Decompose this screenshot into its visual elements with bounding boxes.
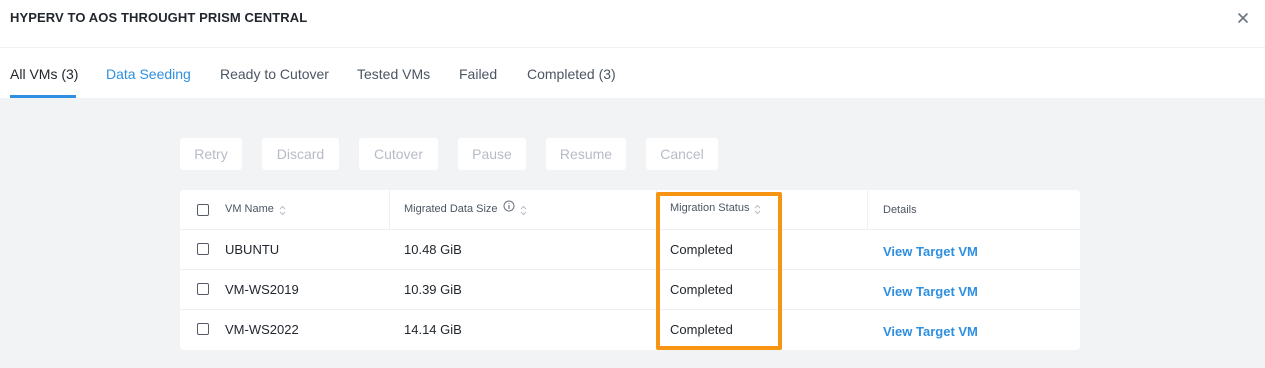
vm-name-cell: UBUNTU — [225, 242, 280, 257]
column-migration-status-label: Migration Status — [670, 202, 750, 214]
status-cell: Completed — [670, 242, 733, 257]
view-target-vm-link[interactable]: View Target VM — [883, 244, 978, 259]
row-checkbox[interactable] — [197, 323, 209, 335]
table-row: UBUNTU 10.48 GiB Completed View Target V… — [180, 230, 1080, 270]
tab-all-vms[interactable]: All VMs (3) — [10, 66, 78, 82]
sort-icon[interactable] — [520, 205, 527, 216]
data-size-cell: 14.14 GiB — [404, 322, 462, 337]
vm-name-cell: VM-WS2022 — [225, 322, 299, 337]
tab-tested-vms[interactable]: Tested VMs — [357, 66, 430, 82]
column-details: Details — [883, 204, 917, 216]
resume-button[interactable]: Resume — [546, 138, 626, 170]
vm-name-cell: VM-WS2019 — [225, 282, 299, 297]
cancel-button[interactable]: Cancel — [646, 138, 718, 170]
discard-button[interactable]: Discard — [262, 138, 339, 170]
data-size-cell: 10.48 GiB — [404, 242, 462, 257]
tab-ready-to-cutover[interactable]: Ready to Cutover — [220, 66, 329, 82]
column-migration-status[interactable]: Migration Status — [670, 202, 761, 214]
tab-completed[interactable]: Completed (3) — [527, 66, 616, 82]
data-size-cell: 10.39 GiB — [404, 282, 462, 297]
row-checkbox[interactable] — [197, 243, 209, 255]
retry-button[interactable]: Retry — [180, 138, 242, 170]
view-target-vm-link[interactable]: View Target VM — [883, 284, 978, 299]
status-cell: Completed — [670, 322, 733, 337]
status-cell: Completed — [670, 282, 733, 297]
row-checkbox[interactable] — [197, 283, 209, 295]
active-tab-indicator — [10, 95, 76, 98]
column-vm-name-label: VM Name — [225, 203, 274, 215]
vm-table: VM Name Migrated Data Size Migration Sta… — [180, 190, 1080, 350]
table-header: VM Name Migrated Data Size Migration Sta… — [180, 190, 1080, 230]
view-target-vm-link[interactable]: View Target VM — [883, 324, 978, 339]
table-row: VM-WS2019 10.39 GiB Completed View Targe… — [180, 270, 1080, 310]
table-row: VM-WS2022 14.14 GiB Completed View Targe… — [180, 310, 1080, 350]
info-icon[interactable] — [503, 200, 515, 212]
column-divider — [656, 190, 657, 230]
column-migrated-data-size-label: Migrated Data Size — [404, 203, 498, 215]
column-divider — [389, 190, 390, 230]
sort-icon[interactable] — [754, 204, 761, 215]
column-divider — [867, 190, 868, 230]
tab-data-seeding[interactable]: Data Seeding — [106, 66, 191, 82]
page-title: HYPERV TO AOS THROUGHT PRISM CENTRAL — [10, 10, 308, 25]
sort-icon[interactable] — [279, 205, 286, 216]
column-vm-name[interactable]: VM Name — [225, 203, 286, 215]
pause-button[interactable]: Pause — [458, 138, 526, 170]
modal-header: HYPERV TO AOS THROUGHT PRISM CENTRAL — [0, 0, 1265, 48]
cutover-button[interactable]: Cutover — [359, 138, 438, 170]
close-icon[interactable] — [1235, 10, 1251, 26]
column-migrated-data-size[interactable]: Migrated Data Size — [404, 200, 527, 216]
tab-bar: All VMs (3) Data Seeding Ready to Cutove… — [0, 48, 1265, 98]
select-all-checkbox[interactable] — [197, 204, 209, 216]
tab-failed[interactable]: Failed — [459, 66, 497, 82]
